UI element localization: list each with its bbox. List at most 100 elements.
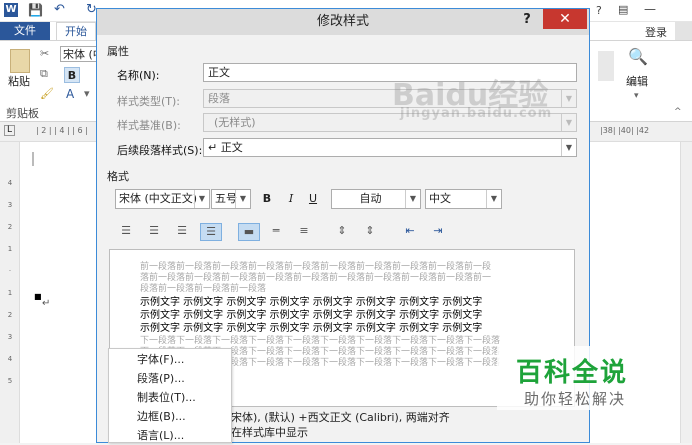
copy-icon[interactable]: ⧉ — [40, 67, 48, 81]
format-menu: 字体(F)... 段落(P)... 制表位(T)... 边框(B)... 语言(… — [108, 348, 232, 443]
style-description: 宋体), (默认) +西文正文 (Calibri), 两端对齐 — [231, 411, 450, 424]
italic-button[interactable]: I — [281, 189, 301, 209]
preview-prev-line: 落前一段落前一段落前一段落前一段落前一段落前一段落前一段落前一段落前一段落前一 — [140, 273, 492, 283]
account-avatar[interactable] — [675, 22, 692, 40]
paste-button[interactable]: 粘贴 — [8, 75, 30, 89]
align-left-icon: ☰ — [121, 224, 131, 237]
login-link[interactable]: 登录 — [645, 24, 667, 40]
menu-item-tabs[interactable]: 制表位(T)... — [109, 388, 231, 407]
style-based-value: (无样式) — [214, 116, 256, 129]
following-style-label: 后续段落样式(S): — [117, 144, 203, 157]
tab-home[interactable]: 开始 — [56, 22, 96, 40]
name-label: 名称(N): — [117, 69, 160, 82]
close-button[interactable]: ✕ — [543, 9, 587, 29]
clipboard-group-label: 剪贴板 — [6, 107, 39, 120]
double-spacing-button[interactable]: ≡ — [293, 223, 315, 241]
editing-dropdown-icon[interactable]: ▾ — [634, 91, 639, 101]
tab-selector-icon[interactable]: L — [4, 125, 15, 136]
style-type-label: 样式类型(T): — [117, 95, 181, 108]
align-right-icon: ☰ — [177, 224, 187, 237]
styles-scroll[interactable] — [598, 51, 614, 81]
chevron-down-icon: ▼ — [486, 190, 501, 208]
style-based-label: 样式基准(B): — [117, 119, 181, 132]
align-center-button[interactable]: ☰ — [143, 223, 165, 241]
margin-corner-mark — [32, 152, 34, 166]
chevron-down-icon: ▼ — [561, 114, 576, 131]
ruler-marks-left: | 2 | | 4 | | 6 | — [36, 126, 88, 135]
underline-button[interactable]: U — [303, 189, 323, 209]
tab-file[interactable]: 文件 — [0, 22, 50, 40]
single-spacing-button[interactable]: ▬ — [238, 223, 260, 241]
chevron-down-icon: ▼ — [235, 190, 250, 208]
cut-icon[interactable]: ✂ — [40, 47, 49, 60]
editing-button[interactable]: 编辑 — [626, 75, 648, 89]
logo-watermark-subtitle: 助你轻松解决 — [524, 390, 627, 408]
show-in-gallery-label[interactable]: 在样式库中显示 — [231, 424, 308, 440]
align-left-button[interactable]: ☰ — [115, 223, 137, 241]
text-effects-dropdown-icon[interactable]: ▾ — [84, 87, 90, 100]
preview-sample-line: 示例文字 示例文字 示例文字 示例文字 示例文字 示例文字 示例文字 示例文字 — [140, 310, 483, 321]
save-icon[interactable]: 💾 — [28, 3, 43, 17]
bold-button[interactable]: B — [64, 67, 80, 83]
preview-sample-line: 示例文字 示例文字 示例文字 示例文字 示例文字 示例文字 示例文字 示例文字 — [140, 323, 483, 334]
vertical-scrollbar[interactable] — [680, 142, 692, 443]
format-painter-icon[interactable]: 🖌 — [40, 87, 54, 100]
baidu-watermark-url: jingyan.baidu.com — [400, 106, 553, 121]
format-section-label: 格式 — [107, 170, 129, 183]
collapse-ribbon-icon[interactable]: ^ — [674, 107, 682, 117]
increase-indent-button[interactable]: ⇥ — [427, 223, 449, 241]
preview-prev-line: 前一段落前一段落前一段落前一段落前一段落前一段落前一段落前一段落前一段落前一段 — [140, 262, 492, 272]
word-app-icon: W — [4, 3, 18, 17]
menu-item-language[interactable]: 语言(L)... — [109, 426, 231, 445]
language-select[interactable]: 中文 ▼ — [425, 189, 502, 209]
decrease-indent-icon: ⇤ — [405, 224, 415, 237]
menu-item-border[interactable]: 边框(B)... — [109, 407, 231, 426]
logo-watermark-title: 百科全说 — [516, 358, 629, 388]
properties-section-label: 属性 — [107, 45, 129, 58]
style-type-value: 段落 — [208, 92, 230, 105]
chevron-down-icon: ▼ — [405, 190, 420, 208]
font-size-select[interactable]: 五号 ▼ — [211, 189, 251, 209]
menu-item-paragraph[interactable]: 段落(P)... — [109, 369, 231, 388]
preview-prev-line: 段落前一段落前一段落前一段落 — [140, 284, 267, 294]
justify-icon: ☰ — [206, 225, 216, 238]
undo-icon[interactable]: ↶ — [54, 2, 65, 17]
decrease-indent-button[interactable]: ⇤ — [399, 223, 421, 241]
chevron-down-icon: ▼ — [561, 139, 576, 156]
preview-sample-line: 示例文字 示例文字 示例文字 示例文字 示例文字 示例文字 示例文字 示例文字 — [140, 297, 483, 308]
font-value: 宋体 (中文正文) — [119, 192, 198, 205]
paragraph-mark: ↵ — [42, 298, 51, 309]
menu-item-font[interactable]: 字体(F)... — [109, 350, 231, 369]
find-icon[interactable]: 🔍 — [628, 47, 648, 66]
justify-button[interactable]: ☰ — [200, 223, 222, 241]
decrease-space-icon: ⇕ — [365, 224, 375, 237]
vertical-ruler-marks: 4 3 2 1 · 1 2 3 4 5 — [7, 179, 13, 385]
font-color-value: 自动 — [359, 192, 382, 205]
chevron-down-icon: ▼ — [194, 190, 209, 208]
increase-space-before-button[interactable]: ⇕ — [331, 223, 353, 241]
font-color-select[interactable]: 自动 ▼ — [331, 189, 421, 209]
increase-space-icon: ⇕ — [337, 224, 347, 237]
bold-button[interactable]: B — [257, 189, 277, 209]
help-button[interactable]: ? — [515, 9, 539, 31]
ribbon-display-icon[interactable]: ▤ — [618, 3, 628, 16]
minimize-icon[interactable]: — — [644, 2, 656, 16]
font-select[interactable]: 宋体 (中文正文) ▼ — [115, 189, 210, 209]
one-half-spacing-icon: ═ — [272, 224, 280, 237]
font-size-value: 五号 — [215, 192, 237, 205]
preview-next-line: 下一段落下一段落下一段落下一段落下一段落下一段落下一段落下一段落下一段落下一段落 — [140, 336, 501, 346]
chevron-down-icon: ▼ — [561, 90, 576, 107]
paste-icon[interactable] — [10, 49, 30, 73]
single-spacing-icon: ▬ — [243, 225, 255, 238]
following-style-select[interactable]: ↵ 正文 ▼ — [203, 138, 577, 157]
decrease-space-before-button[interactable]: ⇕ — [359, 223, 381, 241]
help-icon[interactable]: ? — [596, 4, 602, 17]
text-effects-icon[interactable]: A — [66, 87, 74, 101]
font-name-box[interactable]: 宋体 (中 — [60, 46, 98, 62]
language-value: 中文 — [429, 192, 451, 205]
increase-indent-icon: ⇥ — [433, 224, 443, 237]
one-half-spacing-button[interactable]: ═ — [265, 223, 287, 241]
vertical-ruler: 4 3 2 1 · 1 2 3 4 5 — [0, 142, 20, 443]
align-right-button[interactable]: ☰ — [171, 223, 193, 241]
ruler-marks-right: |38| |40| |42 — [600, 126, 650, 135]
